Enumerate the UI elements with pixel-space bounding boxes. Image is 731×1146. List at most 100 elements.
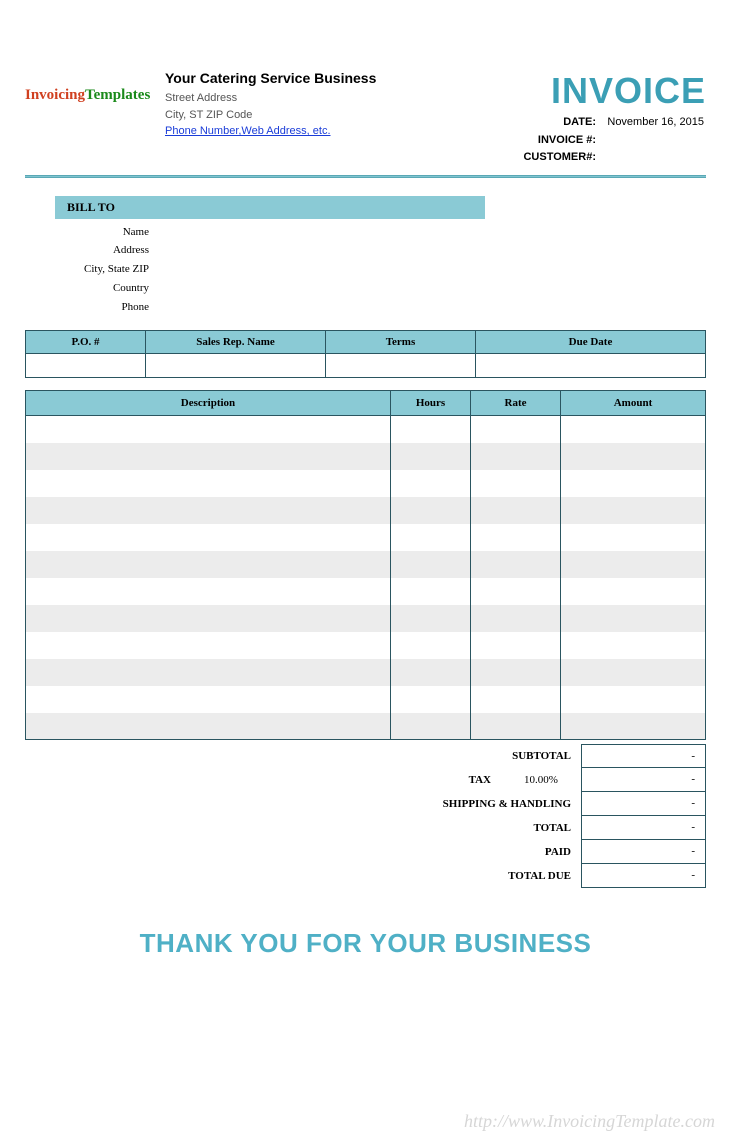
- paid-label: PAID: [381, 846, 581, 858]
- logo-part2: Templates: [85, 87, 150, 103]
- items-row: [26, 686, 706, 713]
- items-cell-hours: [391, 578, 471, 605]
- items-row: [26, 713, 706, 740]
- items-cell-rate: [471, 659, 561, 686]
- company-city: City, ST ZIP Code: [165, 107, 446, 124]
- items-cell-desc: [26, 443, 391, 470]
- company-block: Your Catering Service Business Street Ad…: [165, 70, 446, 138]
- logo-part1: Invoicing: [25, 87, 85, 103]
- invoice-page: InvoicingTemplates Your Catering Service…: [0, 0, 731, 959]
- items-cell-desc: [26, 497, 391, 524]
- po-header-terms: Terms: [326, 331, 476, 354]
- items-cell-hours: [391, 686, 471, 713]
- po-value-due: [476, 354, 706, 378]
- tax-label: TAX: [381, 774, 501, 786]
- items-header-hours: Hours: [391, 391, 471, 416]
- po-header-due: Due Date: [476, 331, 706, 354]
- items-row: [26, 470, 706, 497]
- billto-citystate-label: City, State ZIP: [55, 260, 155, 279]
- total-value: -: [581, 816, 706, 840]
- billto-name-label: Name: [55, 223, 155, 242]
- items-cell-hours: [391, 605, 471, 632]
- billto-phone-value: [155, 298, 706, 317]
- items-row: [26, 497, 706, 524]
- items-cell-rate: [471, 578, 561, 605]
- items-cell-desc: [26, 632, 391, 659]
- totaldue-label: TOTAL DUE: [381, 870, 581, 882]
- company-street: Street Address: [165, 90, 446, 107]
- po-table: P.O. # Sales Rep. Name Terms Due Date: [25, 330, 706, 378]
- subtotal-value: -: [581, 744, 706, 768]
- items-cell-desc: [26, 524, 391, 551]
- items-cell-desc: [26, 713, 391, 740]
- billto-country-value: [155, 279, 706, 298]
- items-row: [26, 416, 706, 443]
- shipping-value: -: [581, 792, 706, 816]
- items-cell-amount: [561, 443, 706, 470]
- po-value-rep: [146, 354, 326, 378]
- items-cell-rate: [471, 632, 561, 659]
- items-cell-desc: [26, 416, 391, 443]
- items-cell-hours: [391, 497, 471, 524]
- date-value: November 16, 2015: [596, 114, 706, 132]
- logo: InvoicingTemplates: [25, 70, 165, 103]
- billto-phone-label: Phone: [55, 298, 155, 317]
- items-cell-hours: [391, 470, 471, 497]
- tax-rate: 10.00%: [501, 774, 581, 786]
- items-cell-amount: [561, 470, 706, 497]
- shipping-label: SHIPPING & HANDLING: [381, 798, 581, 810]
- items-cell-amount: [561, 632, 706, 659]
- totals-block: SUBTOTAL - TAX 10.00% - SHIPPING & HANDL…: [25, 744, 706, 888]
- items-header-rate: Rate: [471, 391, 561, 416]
- header: InvoicingTemplates Your Catering Service…: [25, 70, 706, 167]
- po-header-po: P.O. #: [26, 331, 146, 354]
- items-cell-desc: [26, 686, 391, 713]
- divider: [25, 175, 706, 178]
- tax-value: -: [581, 768, 706, 792]
- items-row: [26, 659, 706, 686]
- po-header-rep: Sales Rep. Name: [146, 331, 326, 354]
- customer-number-label: CUSTOMER#:: [506, 149, 596, 167]
- items-row: [26, 578, 706, 605]
- billto-country-label: Country: [55, 279, 155, 298]
- items-cell-rate: [471, 470, 561, 497]
- company-link[interactable]: Phone Number,Web Address, etc.: [165, 125, 331, 137]
- date-label: DATE:: [506, 114, 596, 132]
- items-cell-rate: [471, 686, 561, 713]
- po-value-po: [26, 354, 146, 378]
- customer-number-value: [596, 149, 706, 167]
- items-row: [26, 443, 706, 470]
- header-right: INVOICE DATE: November 16, 2015 INVOICE …: [446, 70, 706, 167]
- items-cell-amount: [561, 605, 706, 632]
- items-cell-amount: [561, 551, 706, 578]
- billto-fields: Name Address City, State ZIP Country Pho…: [55, 223, 706, 316]
- items-cell-rate: [471, 713, 561, 740]
- items-cell-hours: [391, 524, 471, 551]
- items-cell-amount: [561, 686, 706, 713]
- billto-heading: BILL TO: [55, 196, 485, 219]
- items-cell-rate: [471, 497, 561, 524]
- totaldue-value: -: [581, 864, 706, 888]
- invoice-title: INVOICE: [446, 70, 706, 112]
- items-cell-desc: [26, 470, 391, 497]
- items-header-desc: Description: [26, 391, 391, 416]
- items-cell-amount: [561, 524, 706, 551]
- items-cell-rate: [471, 524, 561, 551]
- items-header-amount: Amount: [561, 391, 706, 416]
- items-table: Description Hours Rate Amount: [25, 390, 706, 740]
- items-cell-desc: [26, 578, 391, 605]
- items-cell-rate: [471, 605, 561, 632]
- po-row: [26, 354, 706, 378]
- billto-address-label: Address: [55, 241, 155, 260]
- items-cell-amount: [561, 578, 706, 605]
- items-cell-amount: [561, 416, 706, 443]
- subtotal-label: SUBTOTAL: [381, 750, 581, 762]
- items-cell-amount: [561, 713, 706, 740]
- items-row: [26, 551, 706, 578]
- company-name: Your Catering Service Business: [165, 70, 446, 86]
- billto-name-value: [155, 223, 706, 242]
- items-cell-hours: [391, 443, 471, 470]
- po-value-terms: [326, 354, 476, 378]
- total-label: TOTAL: [381, 822, 581, 834]
- items-cell-amount: [561, 497, 706, 524]
